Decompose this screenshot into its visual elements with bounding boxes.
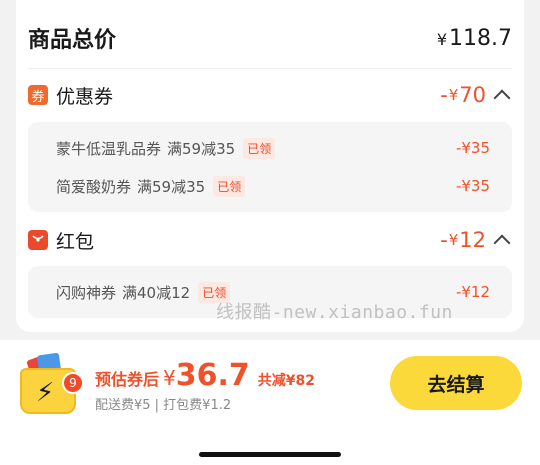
order-summary-card: 商品总价 ¥118.7 券 优惠券 - ¥70 蒙牛低温乳品券 满59减35 已领… [16,0,524,332]
coupon-name: 简爱酸奶券 [56,177,132,196]
redpacket-amount: -¥12 [455,283,490,301]
coupon-amount: -¥35 [455,139,490,157]
total-label: 商品总价 [28,28,117,53]
redpacket-title: 红包 [56,230,95,253]
total-currency: ¥ [436,29,448,49]
estimated-price: 预估券后 ¥ 36.7 共减¥82 [95,358,315,393]
total-row: 商品总价 ¥118.7 [28,18,512,58]
redpacket-discount-prefix: - [440,228,448,252]
redpacket-discount-currency: ¥ [448,231,459,249]
coupon-discount-prefix: - [440,83,448,107]
list-item: 蒙牛低温乳品券 满59减35 已领 -¥35 [56,136,490,160]
redpacket-discount-amount: 12 [459,228,486,252]
coupon-discount: - ¥70 [440,83,511,107]
total-amount: 118.7 [449,25,512,51]
chevron-up-icon[interactable] [493,234,511,252]
coupon-list: 蒙牛低温乳品券 满59减35 已领 -¥35 简爱酸奶券 满59减35 已领 -… [28,122,512,212]
estimated-currency: ¥ [163,366,176,390]
redpacket-name: 闪购神券 [56,283,117,302]
checkout-button[interactable]: 去结算 [390,356,522,410]
estimated-label: 预估券后 [95,370,160,389]
cart-bag[interactable]: ⚡ 9 [20,352,84,416]
list-item: 简爱酸奶券 满59减35 已领 -¥35 [56,174,490,198]
coupon-section-header[interactable]: 券 优惠券 - ¥70 [28,80,511,110]
coupon-condition: 满59减35 [137,177,206,196]
coupon-name: 蒙牛低温乳品券 [56,139,162,158]
estimated-amount: 36.7 [175,358,250,393]
total-savings: 共减¥82 [257,373,316,389]
red-envelope-icon [28,230,48,250]
divider [28,68,512,69]
coupon-discount-amount: 70 [459,83,486,107]
total-price: ¥118.7 [437,26,512,51]
coupon-discount-currency: ¥ [448,86,459,104]
fees-text: 配送费¥5 | 打包费¥1.2 [95,398,232,413]
lightning-icon: ⚡ [36,378,55,408]
claimed-badge: 已领 [213,175,246,197]
coupon-title: 优惠券 [56,85,114,108]
cart-count-badge: 9 [62,372,84,394]
chevron-up-icon[interactable] [493,89,511,107]
watermark: 线报酷-new.xianbao.fun [216,302,453,323]
claimed-badge: 已领 [243,137,276,159]
redpacket-condition: 满40减12 [122,283,191,302]
redpacket-section-header[interactable]: 红包 - ¥12 [28,225,511,255]
home-indicator [199,452,341,457]
checkout-bar: ⚡ 9 预估券后 ¥ 36.7 共减¥82 配送费¥5 | 打包费¥1.2 去结… [0,340,540,465]
coupon-icon: 券 [28,85,48,105]
coupon-amount: -¥35 [455,177,490,195]
coupon-condition: 满59减35 [167,139,236,158]
redpacket-discount: - ¥12 [440,228,511,252]
